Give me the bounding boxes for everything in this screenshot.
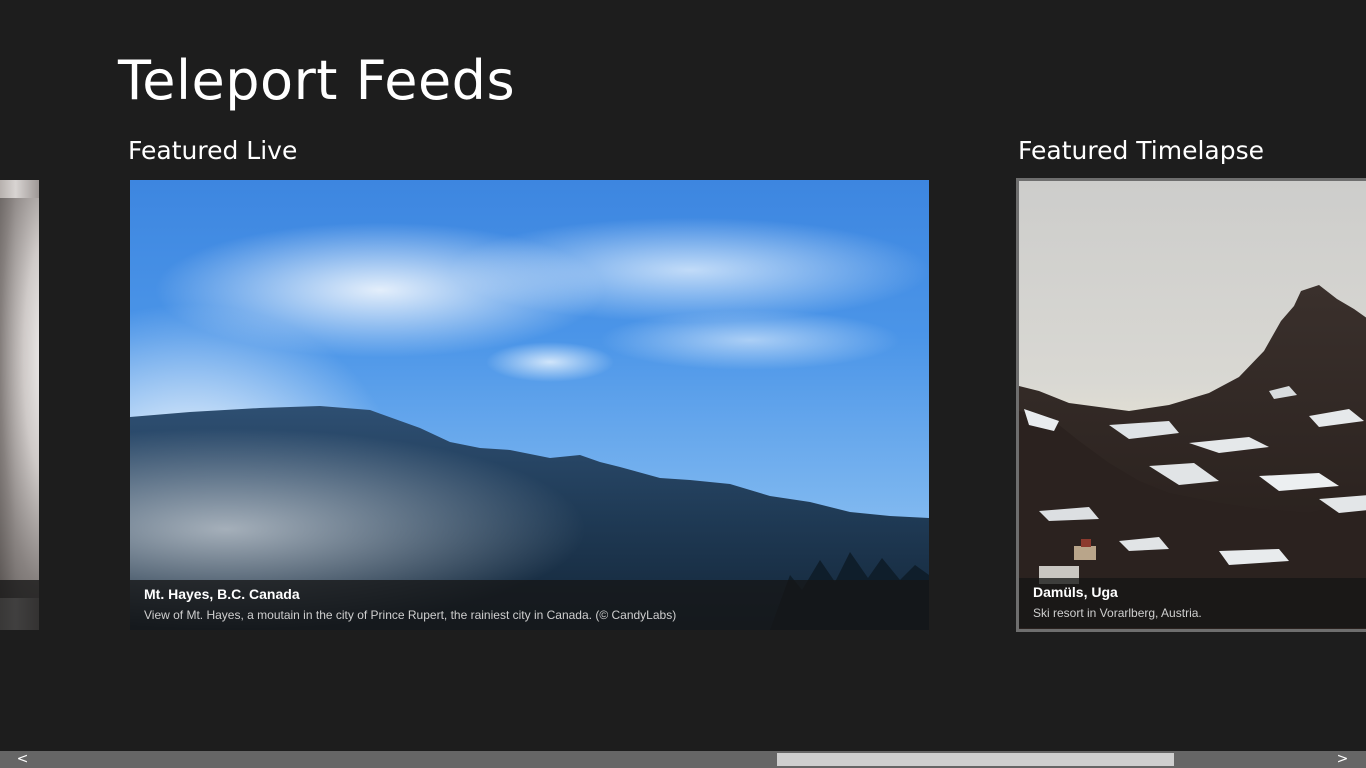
feed-tile-image — [0, 198, 39, 598]
page-title: Teleport Feeds — [118, 49, 516, 112]
section-header-featured-timelapse[interactable]: Featured Timelapse — [1018, 134, 1264, 168]
section-header-featured-live[interactable]: Featured Live — [128, 134, 297, 168]
chevron-right-icon[interactable]: > — [1334, 751, 1351, 768]
mountain-image — [130, 406, 929, 630]
feed-tile-description: Ski resort in Vorarlberg, Austria. — [1033, 606, 1202, 620]
feed-tile-description: View of Mt. Hayes, a moutain in the city… — [144, 608, 677, 622]
feed-tile-previous[interactable] — [0, 180, 39, 630]
mountain-image — [1019, 285, 1366, 629]
feed-tile-title: Mt. Hayes, B.C. Canada — [144, 586, 300, 602]
feed-tile-title: Damüls, Uga — [1033, 584, 1118, 600]
feed-tile-featured-live[interactable]: Mt. Hayes, B.C. Canada View of Mt. Hayes… — [130, 180, 929, 630]
feed-tile-caption — [0, 580, 39, 630]
scrollbar-thumb[interactable] — [777, 753, 1174, 766]
horizontal-scrollbar[interactable]: < > — [0, 751, 1366, 768]
feed-tile-caption: Damüls, Uga Ski resort in Vorarlberg, Au… — [1019, 578, 1366, 628]
feed-tile-featured-timelapse[interactable]: Damüls, Uga Ski resort in Vorarlberg, Au… — [1016, 178, 1366, 632]
feed-tile-caption: Mt. Hayes, B.C. Canada View of Mt. Hayes… — [130, 580, 929, 630]
chevron-left-icon[interactable]: < — [14, 751, 31, 768]
app-root: Teleport Feeds Featured Live Featured Ti… — [0, 0, 1366, 768]
